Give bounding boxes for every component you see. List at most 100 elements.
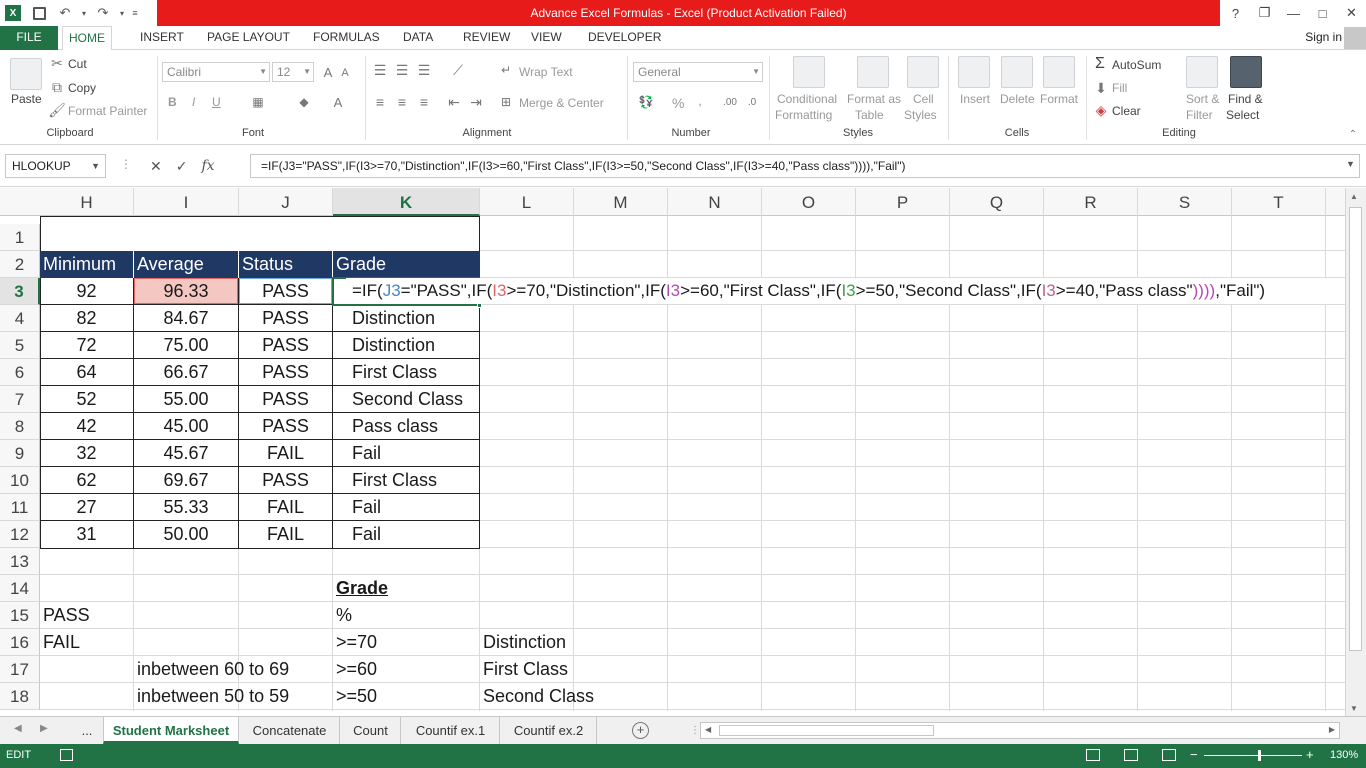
sort-filter-label-2[interactable]: Filter: [1186, 108, 1213, 122]
table-cell[interactable]: Fail: [352, 440, 479, 467]
column-header-o[interactable]: O: [762, 188, 856, 216]
table-cell[interactable]: FAIL: [239, 440, 332, 467]
maximize-button[interactable]: □: [1308, 0, 1337, 26]
formula-input[interactable]: =IF(J3="PASS",IF(I3>=70,"Distinction",IF…: [250, 154, 1360, 178]
table-cell[interactable]: 69.67: [134, 467, 238, 494]
threshold-70[interactable]: >=70: [336, 629, 476, 656]
font-color-icon[interactable]: A: [330, 94, 346, 110]
conditional-formatting-label[interactable]: Conditional: [777, 92, 837, 106]
conditional-formatting-label-2[interactable]: Formatting: [775, 108, 832, 122]
autosum-button[interactable]: AutoSum: [1112, 58, 1161, 72]
help-button[interactable]: ?: [1221, 0, 1250, 26]
column-header-m[interactable]: M: [574, 188, 668, 216]
next-sheet-icon[interactable]: ▶: [40, 723, 48, 734]
row-header-12[interactable]: 12: [0, 521, 40, 548]
row-header-15[interactable]: 15: [0, 602, 40, 629]
align-top-icon[interactable]: ☰: [372, 62, 388, 78]
merge-center-button[interactable]: Merge & Center: [519, 96, 604, 110]
zoom-out-icon[interactable]: −: [1190, 747, 1198, 762]
format-cells-button[interactable]: Format: [1040, 92, 1078, 106]
zoom-slider-thumb[interactable]: [1258, 750, 1261, 761]
font-name-combo[interactable]: Calibri ▼: [162, 62, 270, 82]
table-cell[interactable]: 75.00: [134, 332, 238, 359]
second-class-label[interactable]: Second Class: [483, 683, 663, 710]
table-cell[interactable]: 50.00: [134, 521, 238, 548]
fail-label[interactable]: FAIL: [43, 629, 133, 656]
table-cell[interactable]: 42: [40, 413, 133, 440]
row-header-7[interactable]: 7: [0, 386, 40, 413]
prev-sheet-icon[interactable]: ◀: [14, 723, 22, 734]
bold-button[interactable]: B: [168, 95, 177, 109]
column-header-p[interactable]: P: [856, 188, 950, 216]
table-cell[interactable]: PASS: [239, 359, 332, 386]
undo-dropdown-icon[interactable]: ▾: [78, 0, 90, 26]
row-header-17[interactable]: 17: [0, 656, 40, 683]
row-header-18[interactable]: 18: [0, 683, 40, 710]
sort-filter-label[interactable]: Sort &: [1186, 92, 1219, 106]
tab-insert[interactable]: INSERT: [134, 26, 190, 50]
fill-button[interactable]: Fill: [1112, 81, 1127, 95]
header-status[interactable]: Status: [239, 251, 333, 278]
table-cell[interactable]: 31: [40, 521, 133, 548]
minimize-button[interactable]: —: [1279, 0, 1308, 26]
row-header-4[interactable]: 4: [0, 305, 40, 332]
percent-label[interactable]: %: [336, 602, 476, 629]
table-cell[interactable]: 92: [40, 278, 133, 305]
currency-icon[interactable]: 💱: [635, 94, 657, 110]
insert-cells-icon[interactable]: [958, 56, 990, 88]
table-cell[interactable]: PASS: [239, 386, 332, 413]
table-cell[interactable]: 64: [40, 359, 133, 386]
column-header-r[interactable]: R: [1044, 188, 1138, 216]
table-cell[interactable]: 55.33: [134, 494, 238, 521]
align-middle-icon[interactable]: ☰: [394, 62, 410, 78]
sheet-tab-count[interactable]: Count: [341, 717, 401, 744]
grow-font-icon[interactable]: A: [320, 62, 336, 82]
table-cell[interactable]: First Class: [352, 467, 479, 494]
table-cell[interactable]: 62: [40, 467, 133, 494]
wrap-text-button[interactable]: Wrap Text: [519, 65, 573, 79]
align-center-icon[interactable]: ≡: [394, 94, 410, 110]
table-cell[interactable]: 45.67: [134, 440, 238, 467]
increase-indent-icon[interactable]: ⇥: [468, 94, 484, 110]
column-header-h[interactable]: H: [40, 188, 134, 216]
tab-formulas[interactable]: FORMULAS: [307, 26, 386, 50]
scroll-down-icon[interactable]: ▼: [1350, 704, 1358, 713]
table-cell[interactable]: 52: [40, 386, 133, 413]
table-cell[interactable]: FAIL: [239, 521, 332, 548]
table-cell[interactable]: FAIL: [239, 494, 332, 521]
column-header-t[interactable]: T: [1232, 188, 1326, 216]
row-header-8[interactable]: 8: [0, 413, 40, 440]
name-box[interactable]: HLOOKUP ▼: [5, 154, 106, 178]
tab-view[interactable]: VIEW: [525, 26, 568, 50]
align-left-icon[interactable]: ≡: [372, 94, 388, 110]
italic-button[interactable]: I: [192, 95, 195, 109]
table-cell[interactable]: 96.33: [134, 278, 238, 305]
avatar[interactable]: [1344, 27, 1366, 49]
column-header-l[interactable]: L: [480, 188, 574, 216]
sign-in-link[interactable]: Sign in: [1305, 26, 1342, 50]
table-cell[interactable]: 32: [40, 440, 133, 467]
undo-icon[interactable]: ↶: [52, 0, 78, 26]
table-cell[interactable]: PASS: [239, 278, 332, 305]
grade-title[interactable]: Grade: [336, 575, 476, 602]
more-sheets-button[interactable]: ...: [72, 717, 102, 744]
add-sheet-button[interactable]: +: [632, 722, 649, 739]
normal-view-icon[interactable]: [1086, 749, 1100, 761]
worksheet-grid[interactable]: Minimum Average Status Grade 92 96.33 PA…: [40, 216, 1345, 711]
scroll-up-icon[interactable]: ▲: [1350, 192, 1358, 201]
collapse-ribbon-icon[interactable]: ⌃: [1346, 127, 1360, 141]
row-header-11[interactable]: 11: [0, 494, 40, 521]
fill-color-icon[interactable]: ◆: [296, 94, 312, 110]
table-cell[interactable]: 82: [40, 305, 133, 332]
tab-file[interactable]: FILE: [0, 26, 58, 50]
shrink-font-icon[interactable]: A: [338, 64, 352, 82]
cell-styles-label[interactable]: Cell: [913, 92, 934, 106]
format-cells-icon[interactable]: [1043, 56, 1075, 88]
row-header-2[interactable]: 2: [0, 251, 40, 278]
sheet-tab-countif-ex2[interactable]: Countif ex.2: [501, 717, 597, 744]
sort-filter-icon[interactable]: [1186, 56, 1218, 88]
expand-formula-bar-icon[interactable]: ▼: [1346, 159, 1355, 169]
zoom-level[interactable]: 130%: [1330, 749, 1358, 761]
delete-cells-icon[interactable]: [1001, 56, 1033, 88]
pass-label[interactable]: PASS: [43, 602, 133, 629]
